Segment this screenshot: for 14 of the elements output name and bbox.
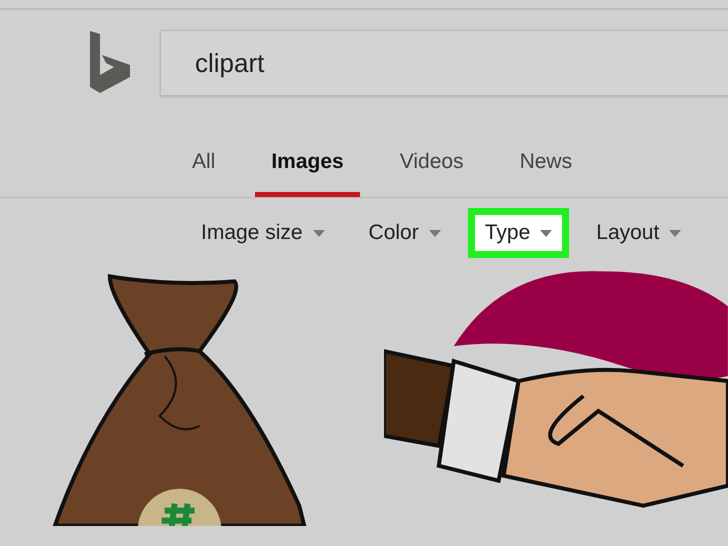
caret-icon [312,230,325,236]
nav-tab[interactable]: Videos [384,144,480,197]
filter-dropdown[interactable]: Layout [579,208,698,258]
caret-icon [428,230,441,236]
caret-icon [669,230,682,236]
filter-dropdown[interactable]: Image size [184,208,342,258]
nav-tab[interactable]: All [176,144,232,197]
filter-dropdown[interactable]: Color [352,208,458,258]
search-field[interactable]: clipart [160,30,728,96]
caret-icon [540,230,552,236]
nav-tab[interactable]: Images [255,144,360,197]
logo-icon [88,31,132,95]
filter-dropdown[interactable]: Type [468,208,570,258]
nav-tab[interactable]: News [504,144,588,197]
